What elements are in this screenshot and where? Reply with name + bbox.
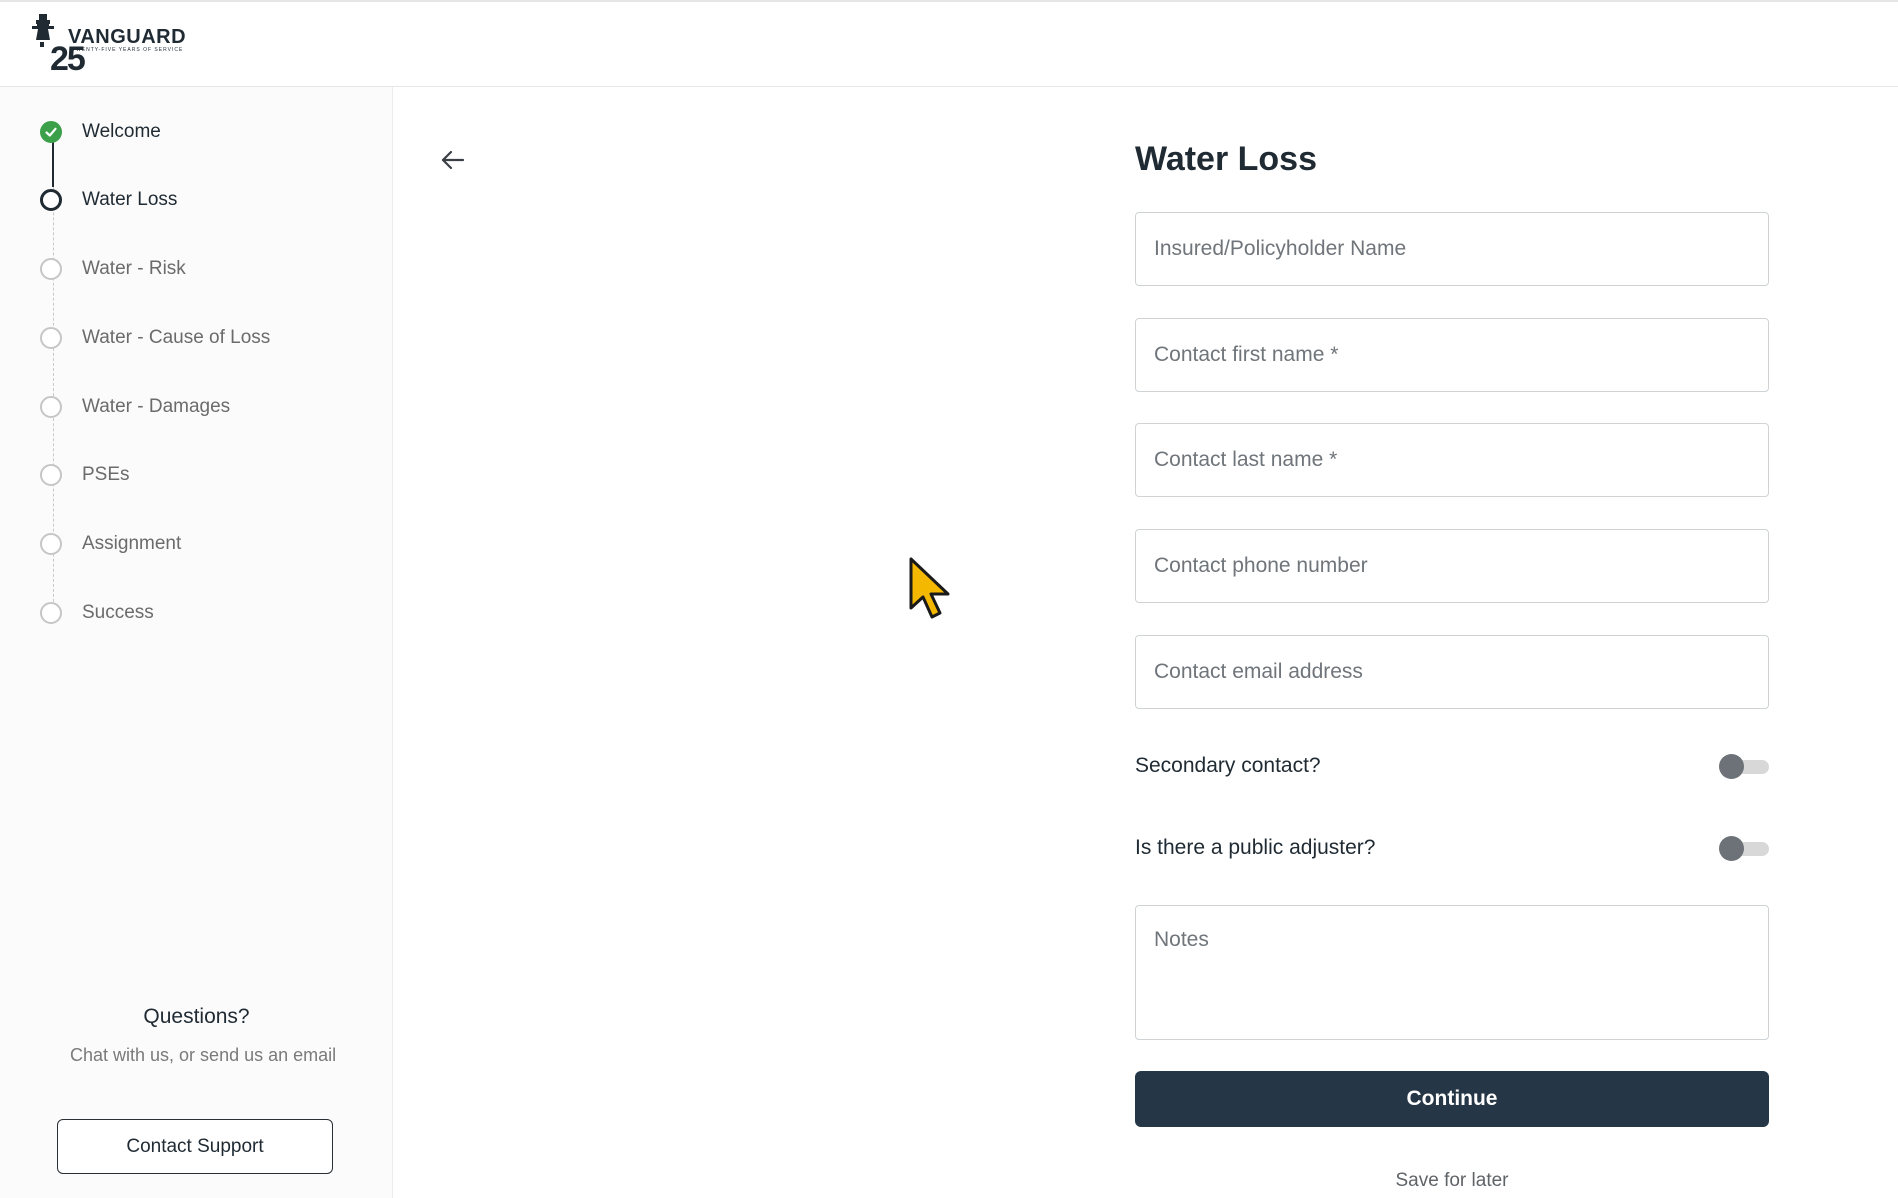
logo-tagline: TWENTY-FIVE YEARS OF SERVICE <box>72 47 184 53</box>
vanguard-logo[interactable]: VANGUARD TWENTY-FIVE YEARS OF SERVICE 25 <box>28 12 188 82</box>
questions-text: Chat with us, or send us an email <box>70 1045 337 1065</box>
pending-step-circle-icon <box>40 602 62 624</box>
questions-title: Questions? <box>143 1005 250 1028</box>
public-adjuster-label: Is there a public adjuster? <box>1135 836 1376 859</box>
step-success[interactable]: Success <box>40 599 154 627</box>
top-header: VANGUARD TWENTY-FIVE YEARS OF SERVICE 25 <box>0 0 1898 87</box>
pending-step-circle-icon <box>40 327 62 349</box>
contact-email-input[interactable] <box>1136 636 1768 708</box>
step-label: Water Loss <box>82 189 178 210</box>
logo-wordmark: VANGUARD <box>68 26 187 48</box>
step-welcome[interactable]: Welcome <box>40 118 161 146</box>
step-label: Assignment <box>82 533 182 554</box>
toggle-knob <box>1719 754 1744 779</box>
mouse-pointer-icon <box>909 557 950 619</box>
public-adjuster-toggle[interactable] <box>1719 836 1769 861</box>
step-label: Water - Risk <box>82 258 186 279</box>
step-assignment[interactable]: Assignment <box>40 530 181 558</box>
pending-step-circle-icon <box>40 533 62 555</box>
insured-name-field[interactable] <box>1135 212 1769 286</box>
secondary-contact-toggle[interactable] <box>1719 754 1769 779</box>
contact-first-name-field[interactable] <box>1135 318 1769 392</box>
step-water-damages[interactable]: Water - Damages <box>40 393 230 421</box>
contact-phone-input[interactable] <box>1136 530 1768 602</box>
contact-email-field[interactable] <box>1135 635 1769 709</box>
step-pses[interactable]: PSEs <box>40 461 130 489</box>
pending-step-circle-icon <box>40 258 62 280</box>
step-label: Water - Damages <box>82 396 231 417</box>
contact-last-name-field[interactable] <box>1135 423 1769 497</box>
insured-name-input[interactable] <box>1136 213 1768 285</box>
notes-textarea[interactable] <box>1136 906 1768 1039</box>
secondary-contact-label: Secondary contact? <box>1135 754 1321 777</box>
logo-anniversary: 25 <box>50 40 86 78</box>
pending-step-circle-icon <box>40 396 62 418</box>
step-label: Water - Cause of Loss <box>82 327 271 348</box>
contact-first-name-input[interactable] <box>1136 319 1768 391</box>
current-step-circle-icon <box>40 189 62 211</box>
step-label: Welcome <box>82 121 161 142</box>
notes-field[interactable] <box>1135 905 1769 1040</box>
check-circle-icon <box>40 121 62 143</box>
secondary-contact-row: Secondary contact? <box>1135 746 1769 786</box>
contact-support-button[interactable]: Contact Support <box>57 1119 333 1174</box>
progress-sidebar: Welcome Water Loss Water - Risk Water - … <box>0 87 393 1198</box>
page-title: Water Loss <box>1135 140 1318 178</box>
toggle-knob <box>1719 836 1744 861</box>
save-for-later-link[interactable]: Save for later <box>1135 1170 1769 1192</box>
continue-button[interactable]: Continue <box>1135 1071 1769 1127</box>
step-label: Success <box>82 602 154 623</box>
pending-step-circle-icon <box>40 464 62 486</box>
public-adjuster-row: Is there a public adjuster? <box>1135 828 1769 868</box>
step-water-loss[interactable]: Water Loss <box>40 186 177 214</box>
step-water-cause-of-loss[interactable]: Water - Cause of Loss <box>40 324 270 352</box>
step-label: PSEs <box>82 464 130 485</box>
step-water-risk[interactable]: Water - Risk <box>40 255 186 283</box>
contact-last-name-input[interactable] <box>1136 424 1768 496</box>
back-arrow-icon[interactable] <box>438 145 468 175</box>
contact-phone-field[interactable] <box>1135 529 1769 603</box>
